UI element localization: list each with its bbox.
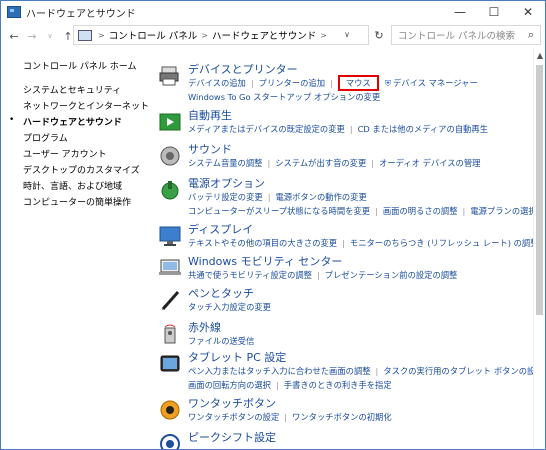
monitor-icon (159, 226, 181, 246)
link-refresh-rate[interactable]: モニターのちらつき (リフレッシュ レート) の調整方法 (350, 238, 545, 248)
category-title[interactable]: Windows モビリティ センター (188, 253, 342, 269)
pen-icon (161, 291, 180, 310)
window-title: ハードウェアとサウンド (26, 8, 136, 20)
scroll-thumb[interactable] (536, 65, 543, 315)
sidebar-item-clock[interactable]: 時計、言語、および地域 (23, 179, 122, 192)
refresh-button[interactable]: ↻ (371, 25, 387, 45)
link-mouse[interactable]: マウス (337, 75, 379, 91)
title-bar: ハードウェアとサウンド — ☐ ✕ (1, 1, 545, 23)
link-system-sounds[interactable]: システムが出す音の変更 (275, 158, 366, 168)
category-title[interactable]: ペンとタッチ (188, 285, 254, 301)
control-panel-icon (7, 6, 21, 18)
recent-dropdown-icon[interactable]: ∨ (41, 26, 59, 46)
breadcrumb-control-panel[interactable]: コントロール パネル (109, 28, 198, 42)
link-onetouch-settings[interactable]: ワンタッチボタンの設定 (188, 412, 279, 422)
category-title[interactable]: 赤外線 (188, 319, 221, 335)
category-title[interactable]: タブレット PC 設定 (188, 349, 286, 365)
category-title[interactable]: ワンタッチボタン (188, 395, 276, 411)
link-power-plan[interactable]: 電源プランの選択 (470, 206, 536, 216)
address-dropdown-icon[interactable]: ∨ (344, 26, 350, 44)
link-sleep[interactable]: コンピューターがスリープ状態になる時間を変更 (188, 206, 370, 216)
mobility-icon (159, 259, 181, 275)
autoplay-icon (159, 113, 181, 131)
address-field[interactable]: > コントロール パネル > ハードウェアとサウンド > ∨ (73, 25, 369, 45)
link-file-transfer[interactable]: ファイルの送受信 (188, 336, 254, 346)
sidebar-item-accounts[interactable]: ユーザー アカウント (23, 147, 107, 160)
infrared-icon (164, 324, 176, 344)
back-button[interactable]: ← (5, 26, 23, 46)
power-icon (161, 181, 179, 200)
breadcrumb-separator: > (98, 30, 105, 40)
breadcrumb-separator: > (201, 30, 208, 40)
scrollbar[interactable]: ▲ (533, 47, 545, 449)
control-panel-window: ハードウェアとサウンド — ☐ ✕ ← → ∨ ↑ > コントロール パネル >… (0, 0, 546, 450)
link-brightness[interactable]: 画面の明るさの調整 (383, 206, 458, 216)
category-title[interactable]: デバイスとプリンター (188, 61, 298, 77)
link-add-device[interactable]: デバイスの追加 (188, 78, 246, 88)
category-title[interactable]: 自動再生 (188, 107, 232, 123)
search-input[interactable]: コントロール パネルの検索 ⌕ (391, 25, 541, 45)
link-presentation[interactable]: プレゼンテーション前の設定の調整 (325, 270, 458, 280)
link-text-size[interactable]: テキストやその他の項目の大きさの変更 (188, 238, 337, 248)
sidebar-item-hardware[interactable]: ハードウェアとサウンド (23, 115, 122, 128)
sidebar-item-security[interactable]: システムとセキュリティ (23, 83, 121, 96)
link-handedness[interactable]: 手書きのときの利き手を指定 (284, 380, 392, 390)
link-onetouch-reset[interactable]: ワンタッチボタンの初期化 (292, 412, 392, 422)
scroll-up-icon[interactable]: ▲ (537, 51, 543, 60)
maximize-button[interactable]: ☐ (477, 1, 511, 23)
category-title[interactable]: 電源オプション (188, 175, 265, 191)
sidebar-item-ease[interactable]: コンピューターの簡単操作 (23, 195, 131, 208)
printer-icon (159, 66, 179, 86)
breadcrumb-separator: > (320, 30, 327, 40)
category-title[interactable]: サウンド (188, 141, 232, 157)
link-default-media[interactable]: メディアまたはデバイスの既定設定の変更 (188, 124, 345, 134)
sidebar-item-desktop[interactable]: デスクトップのカスタマイズ (23, 163, 140, 176)
link-battery[interactable]: バッテリ設定の変更 (188, 192, 263, 202)
category-title[interactable]: ピークシフト設定 (188, 429, 276, 445)
sidebar-item-programs[interactable]: プログラム (23, 131, 68, 144)
search-placeholder: コントロール パネルの検索 (398, 31, 516, 42)
link-touch-input[interactable]: タッチ入力設定の変更 (188, 302, 271, 312)
peakshift-icon (160, 434, 180, 449)
forward-button[interactable]: → (23, 26, 41, 46)
link-device-manager[interactable]: デバイス マネージャー (393, 78, 478, 88)
link-audio-devices[interactable]: オーディオ デバイスの管理 (379, 158, 480, 168)
tablet-icon (160, 355, 180, 372)
link-calibrate[interactable]: ペン入力またはタッチ入力に合わせた画面の調整 (188, 366, 371, 376)
category-title[interactable]: ディスプレイ (188, 221, 253, 237)
current-bullet: • (9, 115, 15, 125)
link-windows-to-go[interactable]: Windows To Go スタートアップ オプションの変更 (188, 92, 380, 102)
link-volume[interactable]: システム音量の調整 (188, 158, 262, 168)
link-tablet-buttons[interactable]: タスクの実行用のタブレット ボタンの設定 (383, 366, 543, 376)
link-rotation[interactable]: 画面の回転方向の選択 (188, 380, 271, 390)
shield-icon: ⛨ (384, 78, 391, 88)
link-mobility-settings[interactable]: 共通で使うモビリティ設定の調整 (188, 270, 312, 280)
link-power-button[interactable]: 電源ボタンの動作の変更 (275, 192, 366, 202)
control-panel-icon (78, 29, 92, 41)
link-cd-autoplay[interactable]: CD または他のメディアの自動再生 (358, 124, 488, 134)
search-icon[interactable]: ⌕ (528, 28, 534, 42)
onetouch-icon (160, 400, 180, 420)
breadcrumb-hardware-sound[interactable]: ハードウェアとサウンド (212, 28, 316, 42)
link-add-printer[interactable]: プリンターの追加 (259, 78, 325, 88)
address-bar: ← → ∨ ↑ > コントロール パネル > ハードウェアとサウンド > ∨ ↻… (1, 25, 545, 47)
sidebar-item-network[interactable]: ネットワークとインターネット (23, 99, 149, 112)
speaker-icon (160, 146, 180, 166)
sidebar-item-home[interactable]: コントロール パネル ホーム (23, 59, 136, 72)
minimize-button[interactable]: — (443, 1, 477, 23)
close-button[interactable]: ✕ (511, 1, 545, 23)
